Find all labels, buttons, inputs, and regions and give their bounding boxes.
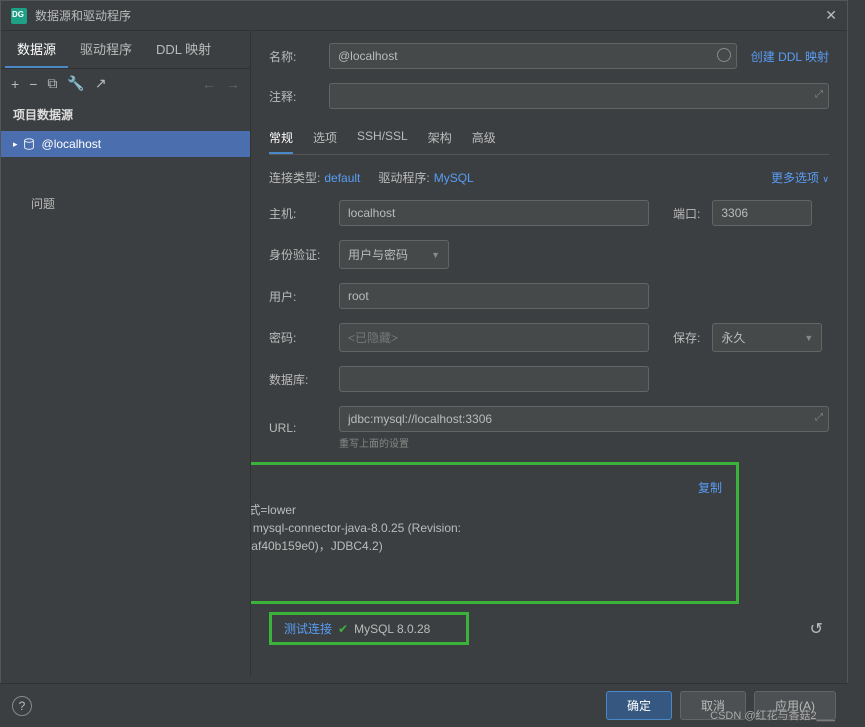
datasource-icon <box>22 137 36 151</box>
goto-icon[interactable]: ↗ <box>95 75 107 92</box>
database-label: 数据库: <box>269 371 339 388</box>
next-icon[interactable]: → <box>226 76 240 92</box>
create-ddl-link[interactable]: 创建 DDL 映射 <box>737 48 829 65</box>
auth-label: 身份验证: <box>269 246 339 263</box>
right-strip <box>848 60 865 660</box>
name-label: 名称: <box>269 48 329 65</box>
copy-icon[interactable]: ⧉ <box>47 75 57 92</box>
close-icon[interactable]: ✕ <box>825 7 837 24</box>
sidebar: 数据源 驱动程序 DDL 映射 + − ⧉ 🔧 ↗ ← → 项目数据源 ▸ @l… <box>1 31 251 676</box>
chevron-down-icon: ▼ <box>431 250 440 260</box>
test-connection-link[interactable]: 测试连接 <box>284 620 332 637</box>
more-options-link[interactable]: 更多选项 ∨ <box>771 169 829 186</box>
subtab-schema[interactable]: 架构 <box>428 123 452 154</box>
chevron-down-icon: ∨ <box>822 174 829 184</box>
host-label: 主机: <box>269 205 339 222</box>
user-input[interactable] <box>339 283 649 309</box>
driver-link[interactable]: MySQL <box>434 171 474 185</box>
name-input[interactable] <box>329 43 737 69</box>
tab-datasource[interactable]: 数据源 <box>5 31 68 68</box>
url-hint: 重写上面的设置 <box>339 435 829 450</box>
sidebar-item-localhost[interactable]: ▸ @localhost <box>1 131 250 157</box>
app-logo-icon <box>11 8 27 24</box>
check-icon: ✔ <box>338 622 348 636</box>
project-ds-header: 项目数据源 <box>1 98 250 131</box>
port-label: 端口: <box>673 205 700 222</box>
prev-icon[interactable]: ← <box>202 76 216 92</box>
result-body: DBMS: MySQL(版本 8.0.28) 区分大小写: 普通形式=lower… <box>251 483 722 591</box>
window-title: 数据源和驱动程序 <box>35 7 131 24</box>
sidebar-item-label: @localhost <box>42 137 102 151</box>
expand-icon[interactable]: ⤢ <box>815 89 823 100</box>
subtab-general[interactable]: 常规 <box>269 123 293 154</box>
subtab-options[interactable]: 选项 <box>313 123 337 154</box>
watermark: CSDN @红花与香菇2___ <box>710 707 835 723</box>
copy-link[interactable]: 复制 <box>698 479 722 496</box>
conn-type-label: 连接类型: <box>269 169 320 186</box>
user-label: 用户: <box>269 288 339 305</box>
wrench-icon[interactable]: 🔧 <box>67 75 84 92</box>
test-result-panel: 已成功 复制 DBMS: MySQL(版本 8.0.28) 区分大小写: 普通形… <box>251 462 739 604</box>
chevron-down-icon: ▼ <box>804 333 813 343</box>
url-label: URL: <box>269 421 339 435</box>
save-select[interactable]: 永久 ▼ <box>712 323 822 352</box>
auth-select[interactable]: 用户与密码 ▼ <box>339 240 449 269</box>
url-input[interactable] <box>339 406 829 432</box>
test-connection-row: 测试连接 ✔ MySQL 8.0.28 <box>269 612 469 645</box>
port-input[interactable] <box>712 200 812 226</box>
tab-ddl[interactable]: DDL 映射 <box>144 31 223 68</box>
subtab-ssh[interactable]: SSH/SSL <box>357 123 408 154</box>
driver-label: 驱动程序: <box>378 169 429 186</box>
ok-button[interactable]: 确定 <box>606 691 672 720</box>
sidebar-problems[interactable]: 问题 <box>1 187 250 220</box>
titlebar: 数据源和驱动程序 ✕ <box>1 1 847 31</box>
remove-icon[interactable]: − <box>29 76 37 92</box>
help-icon[interactable]: ? <box>12 696 32 716</box>
password-label: 密码: <box>269 329 339 346</box>
tab-driver[interactable]: 驱动程序 <box>68 31 144 68</box>
sidebar-toolbar: + − ⧉ 🔧 ↗ ← → <box>1 69 250 98</box>
database-input[interactable] <box>339 366 649 392</box>
test-version: MySQL 8.0.28 <box>354 622 430 636</box>
comment-input[interactable] <box>329 83 829 109</box>
add-icon[interactable]: + <box>11 76 19 92</box>
comment-label: 注释: <box>269 88 329 105</box>
sidebar-tabs: 数据源 驱动程序 DDL 映射 <box>1 31 250 69</box>
subtabs: 常规 选项 SSH/SSL 架构 高级 <box>269 123 829 155</box>
chevron-right-icon: ▸ <box>13 139 18 150</box>
expand-icon[interactable]: ⤢ <box>815 412 823 423</box>
color-circle-icon[interactable] <box>717 48 731 62</box>
host-input[interactable] <box>339 200 649 226</box>
revert-icon[interactable]: ↺ <box>810 619 823 639</box>
conn-type-link[interactable]: default <box>324 171 360 185</box>
main-panel: 名称: 创建 DDL 映射 注释: ⤢ 常规 选项 SSH/SSL 架构 <box>251 31 847 676</box>
save-label: 保存: <box>673 329 700 346</box>
password-input[interactable]: <已隐藏> <box>339 323 649 352</box>
subtab-advanced[interactable]: 高级 <box>472 123 496 154</box>
